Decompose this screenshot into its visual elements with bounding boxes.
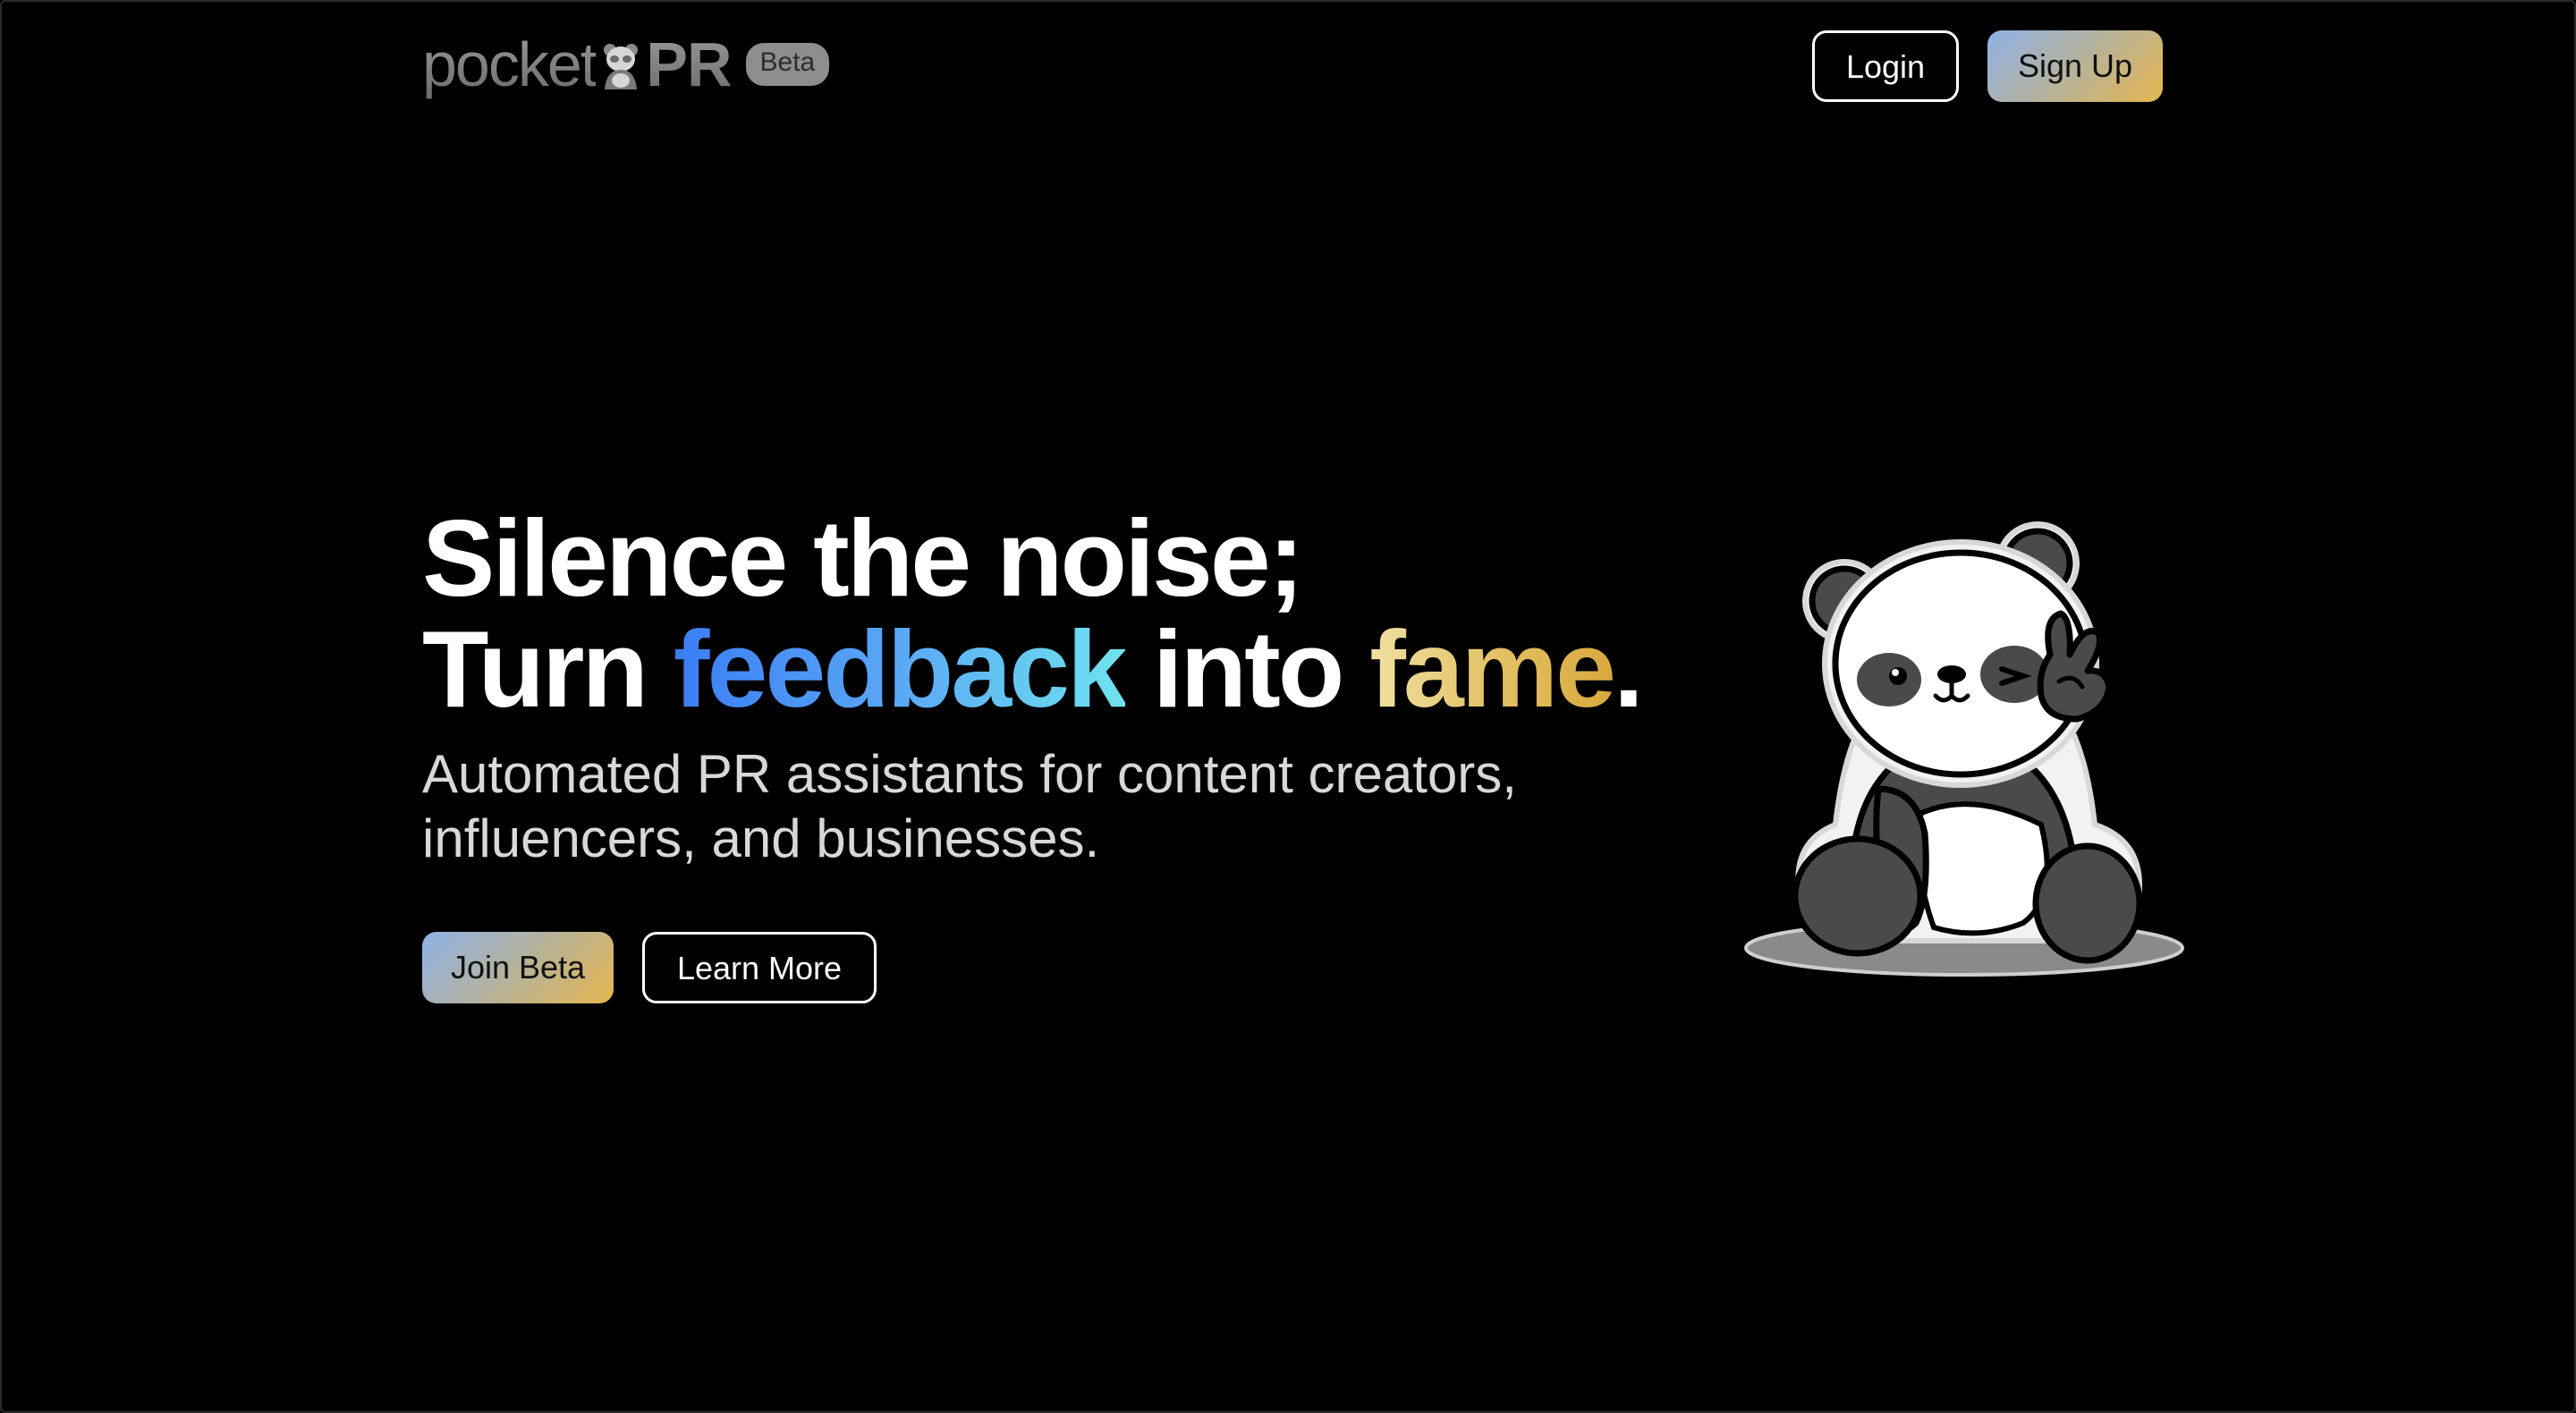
headline-line-2-start: Turn xyxy=(422,608,674,730)
brand-logo[interactable]: pocket PR Beta xyxy=(422,29,830,100)
headline-line-1: Silence the noise; xyxy=(422,497,1304,619)
page-frame: pocket PR Beta Login Sign Up Silence the… xyxy=(0,0,2576,1413)
panda-mascot-illustration xyxy=(1744,521,2184,977)
hero-headline: Silence the noise; Turn feedback into fa… xyxy=(422,503,1644,724)
headline-highlight-fame: fame xyxy=(1369,608,1616,730)
headline-line-2-end: . xyxy=(1614,608,1644,730)
beta-badge: Beta xyxy=(745,43,830,86)
headline-line-2-mid: into xyxy=(1124,608,1370,730)
subhead-line-1: Automated PR assistants for content crea… xyxy=(422,744,1517,804)
learn-more-button[interactable]: Learn More xyxy=(642,932,877,1003)
hero-subheading: Automated PR assistants for content crea… xyxy=(422,742,1674,871)
panda-logo-icon xyxy=(604,44,639,89)
login-button[interactable]: Login xyxy=(1812,30,1959,102)
logo-text-pr: PR xyxy=(646,30,732,99)
logo-text-pocket: pocket xyxy=(422,30,597,99)
headline-highlight-feedback: feedback xyxy=(673,608,1128,730)
signup-button[interactable]: Sign Up xyxy=(1987,30,2163,102)
subhead-line-2: influencers, and businesses. xyxy=(422,808,1100,868)
join-beta-button[interactable]: Join Beta xyxy=(422,932,614,1003)
